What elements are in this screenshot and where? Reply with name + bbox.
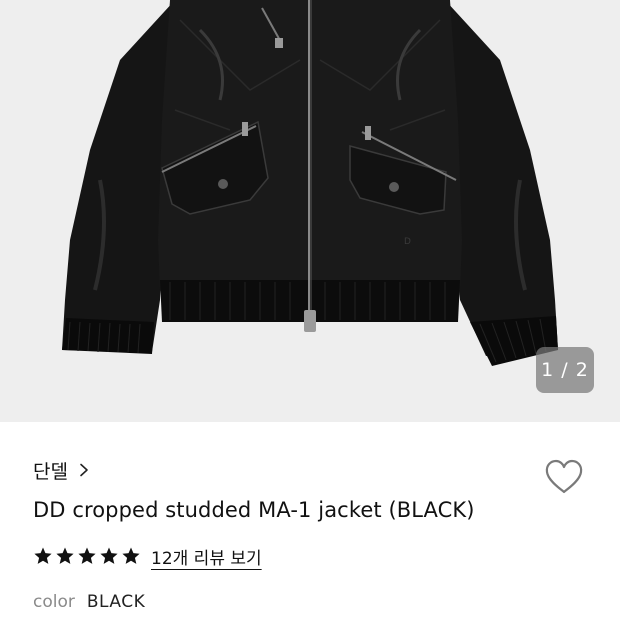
heart-outline-icon xyxy=(545,459,583,494)
view-reviews-link[interactable]: 12개 리뷰 보기 xyxy=(151,544,262,569)
product-photo: D xyxy=(62,0,558,366)
wishlist-button[interactable] xyxy=(542,457,586,497)
chevron-right-icon xyxy=(80,463,88,477)
color-label: color xyxy=(33,592,75,612)
product-info: 단델 DD cropped studded MA-1 jacket (BLACK… xyxy=(0,422,620,620)
brand-link[interactable]: 단델 xyxy=(33,457,90,483)
star-filled-icon xyxy=(34,547,52,564)
product-page: D 1 / 2 단델 DD cropped studded MA-1 jacke… xyxy=(0,0,620,620)
star-filled-icon xyxy=(100,547,118,564)
rating-row: 12개 리뷰 보기 xyxy=(33,542,262,570)
product-image-gallery[interactable]: D 1 / 2 xyxy=(0,0,620,422)
brand-name: 단델 xyxy=(33,460,68,483)
color-value: BLACK xyxy=(86,592,146,612)
image-counter: 1 / 2 xyxy=(536,347,594,393)
star-filled-icon xyxy=(78,547,96,564)
color-row: color BLACK xyxy=(33,590,145,614)
product-title: DD cropped studded MA-1 jacket (BLACK) xyxy=(33,498,475,522)
star-rating xyxy=(33,546,141,566)
star-filled-icon xyxy=(56,547,74,564)
star-filled-icon xyxy=(122,547,140,564)
svg-text:D: D xyxy=(404,237,411,247)
